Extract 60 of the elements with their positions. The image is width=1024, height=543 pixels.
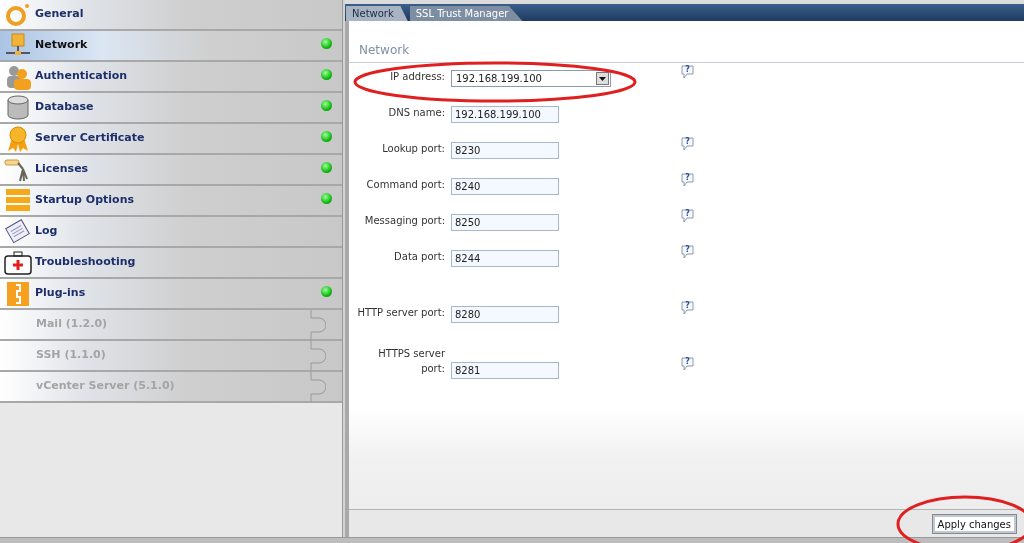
plugin-label: Mail (1.2.0) <box>36 316 108 333</box>
sidebar-item[interactable]: Plug-ins <box>0 279 342 310</box>
sidebar-item-label: Startup Options <box>35 192 134 209</box>
plugin-label: vCenter Server (5.1.0) <box>36 378 175 395</box>
dropdown-value: 192.168.199.100 <box>456 72 543 86</box>
sidebar-item[interactable]: Licenses <box>0 155 342 186</box>
sidebar-item-label: Plug-ins <box>35 285 86 302</box>
apply-changes-button[interactable]: Apply changes <box>932 514 1016 533</box>
ring-icon <box>4 1 32 28</box>
database-icon <box>4 94 32 121</box>
sidebar-item-label: Licenses <box>35 161 89 178</box>
input-field[interactable]: 8240 <box>451 178 559 195</box>
sidebar-item-label: Database <box>35 99 94 116</box>
puzzle-icon <box>4 280 32 307</box>
input-field[interactable]: 192.168.199.100 <box>451 106 559 123</box>
stack-icon <box>4 187 32 214</box>
field-label: HTTPS server port: <box>377 347 445 376</box>
help-icon[interactable]: ? <box>681 357 694 371</box>
ip-address-dropdown[interactable]: 192.168.199.100 <box>451 70 611 87</box>
users-icon <box>4 63 32 90</box>
section-title: Network <box>359 43 410 57</box>
input-field[interactable]: 8244 <box>451 250 559 267</box>
help-icon[interactable]: ? <box>681 245 694 259</box>
sidebar-item[interactable]: Log <box>0 217 342 248</box>
caret-icon <box>596 72 609 85</box>
sidebar-item[interactable]: Server Certificate <box>0 124 342 155</box>
field-label: DNS name: <box>387 106 445 120</box>
sidebar-item[interactable]: General <box>0 0 342 31</box>
sidebar-item-label: Troubleshooting <box>35 254 136 271</box>
help-icon[interactable]: ? <box>681 301 694 315</box>
plugin-label: SSH (1.1.0) <box>36 347 106 364</box>
field-label: Command port: <box>365 178 445 192</box>
sidebar-item-label: Network <box>35 37 88 54</box>
sidebar-item-label: Authentication <box>35 68 128 85</box>
field-label: Messaging port: <box>363 214 445 228</box>
sidebar-item-label: General <box>35 6 84 23</box>
help-icon[interactable]: ? <box>681 209 694 223</box>
tab[interactable]: Network <box>346 6 408 21</box>
field-label: Lookup port: <box>381 142 445 156</box>
sidebar-item-label: Log <box>35 223 58 240</box>
field-label: HTTP server port: <box>356 306 445 320</box>
sidebar-item[interactable]: Database <box>0 93 342 124</box>
input-field[interactable]: 8250 <box>451 214 559 231</box>
first-aid-kit-icon <box>4 249 32 276</box>
puzzle-piece-icon <box>310 340 326 371</box>
field-label: Data port: <box>393 250 445 264</box>
input-field[interactable]: 8280 <box>451 306 559 323</box>
input-field[interactable]: 8281 <box>451 362 559 379</box>
input-field[interactable]: 8230 <box>451 142 559 159</box>
sidebar-item[interactable]: Startup Options <box>0 186 342 217</box>
help-icon[interactable]: ? <box>681 65 694 79</box>
field-label: IP address: <box>389 70 445 84</box>
sidebar-item[interactable]: Troubleshooting <box>0 248 342 279</box>
puzzle-piece-icon <box>310 309 326 340</box>
sidebar-item[interactable]: Network <box>0 31 342 62</box>
sidebar-item-label: Server Certificate <box>35 130 145 147</box>
puzzle-piece-icon <box>310 371 326 402</box>
help-icon[interactable]: ? <box>681 173 694 187</box>
help-icon[interactable]: ? <box>681 137 694 151</box>
sidebar-item[interactable]: Authentication <box>0 62 342 93</box>
